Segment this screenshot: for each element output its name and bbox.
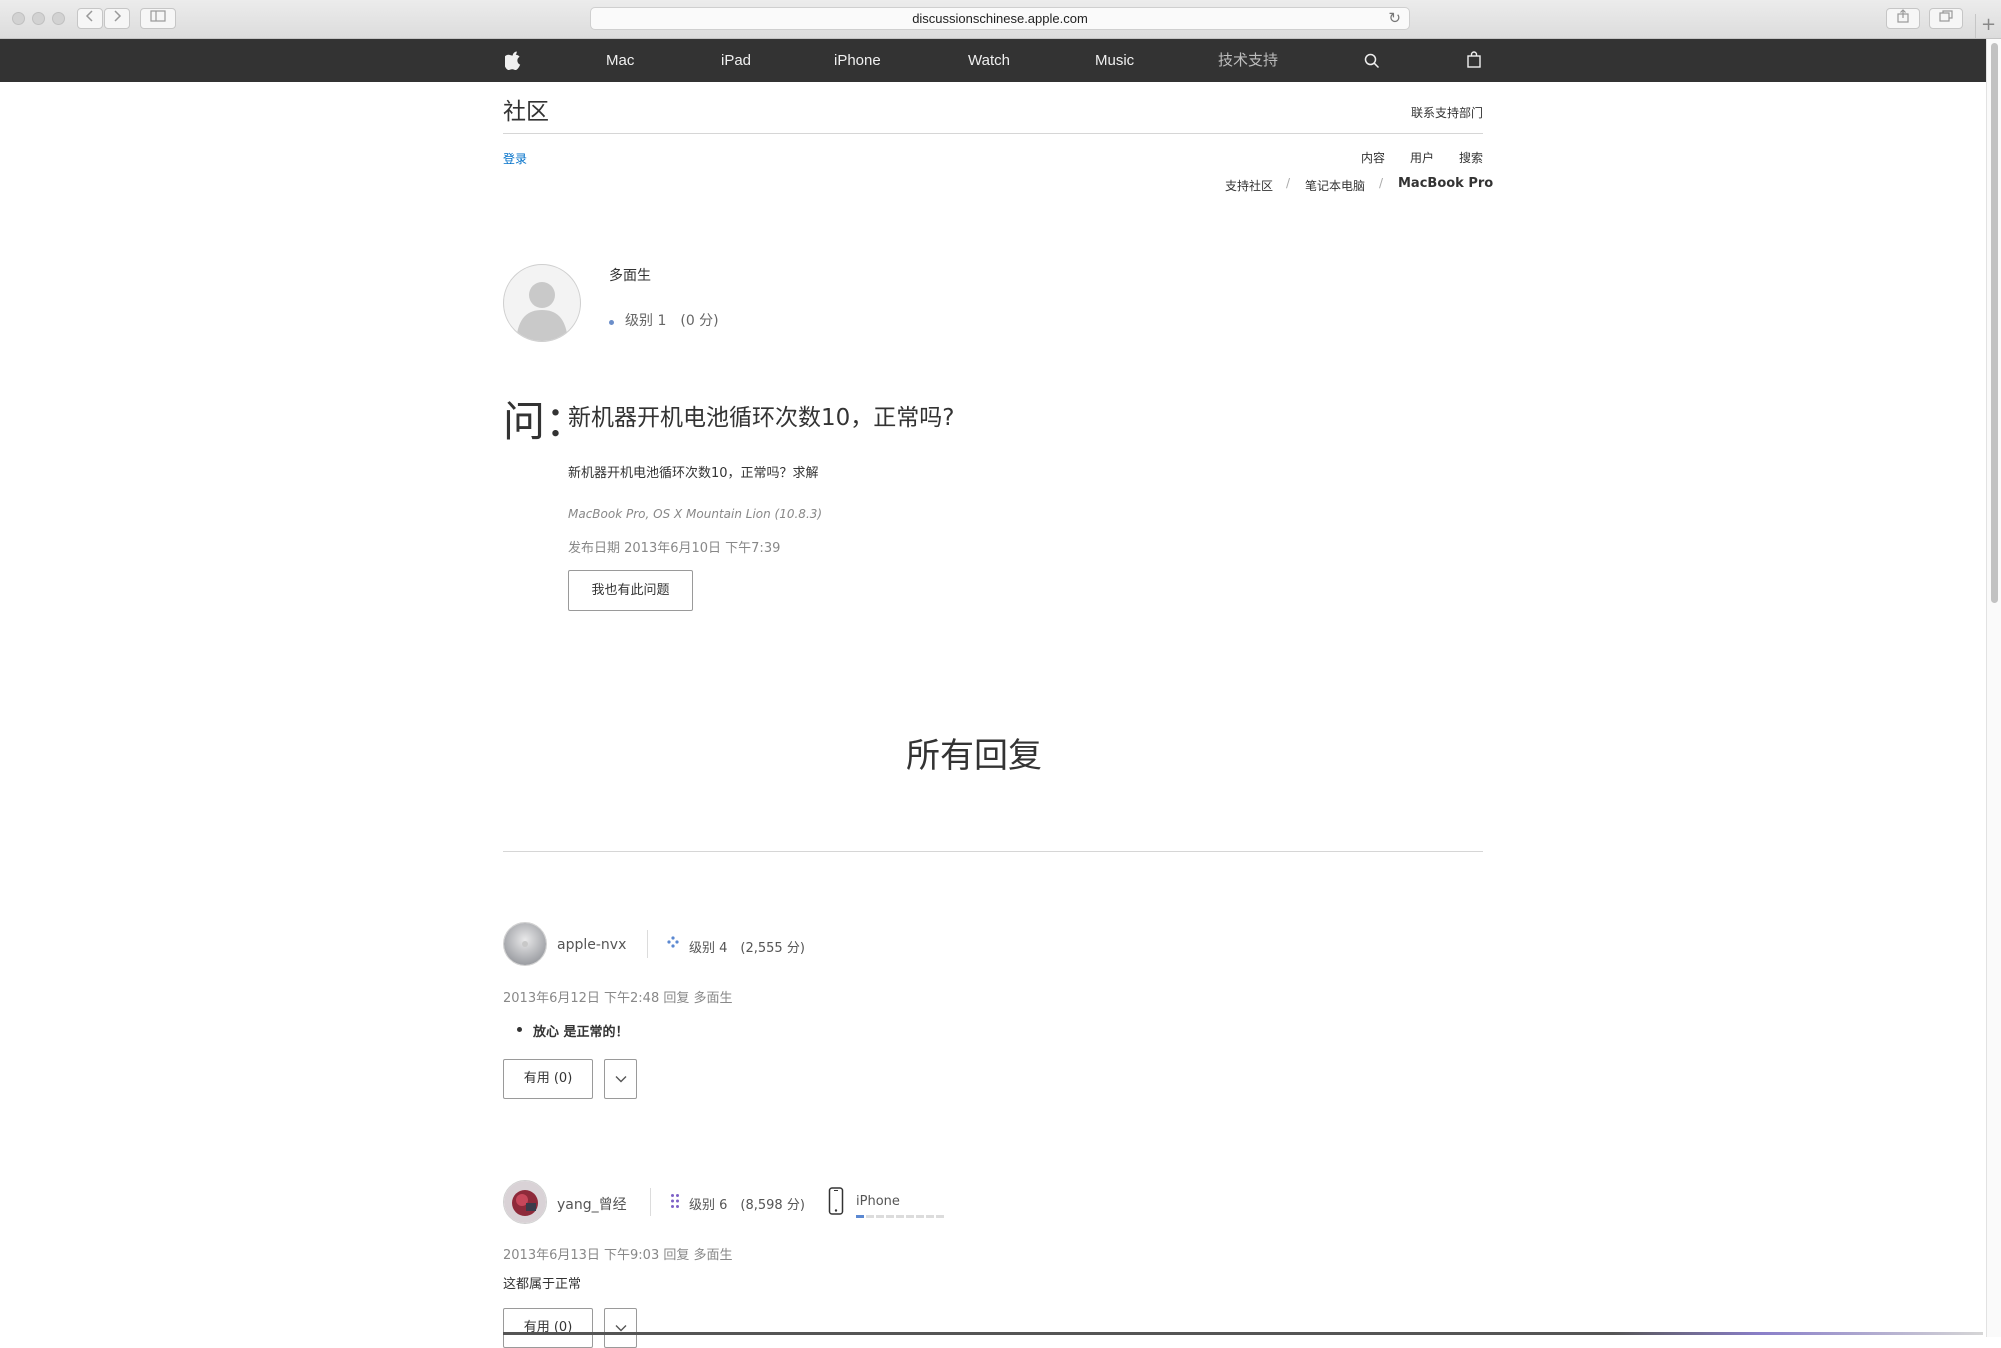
- avatar[interactable]: [503, 1180, 547, 1224]
- breadcrumb-current: MacBook Pro: [1398, 176, 1494, 191]
- browser-toolbar: discussionschinese.apple.com ↻ +: [0, 0, 2001, 39]
- author-level: 级别 1 (0 分): [625, 313, 719, 329]
- question-body: 新机器开机电池循环次数10，正常吗？求解: [568, 466, 819, 481]
- default-user-icon: [516, 282, 568, 341]
- nav-ipad[interactable]: iPad: [721, 39, 751, 82]
- reply-author[interactable]: yang_曾经: [557, 1194, 627, 1214]
- question-device: MacBook Pro, OS X Mountain Lion (10.8.3): [568, 507, 823, 521]
- search-icon[interactable]: [1364, 39, 1380, 82]
- reply-body: 放心 是正常的！: [533, 1025, 629, 1040]
- reply-meta: 2013年6月13日 下午9:03 回复 多面生: [503, 1248, 733, 1263]
- apple-logo-glyph: [503, 51, 521, 70]
- me-too-button[interactable]: 我也有此问题: [568, 570, 693, 611]
- chevron-right-icon: [114, 10, 122, 22]
- avatar[interactable]: [503, 264, 581, 342]
- reply-level: 级别 6 (8,598 分): [689, 1198, 805, 1213]
- user-photo-icon: [504, 923, 546, 965]
- reply-meta: 2013年6月12日 下午2:48 回复 多面生: [503, 991, 733, 1006]
- level-4-icon: [667, 936, 679, 948]
- bullet: [517, 1027, 522, 1032]
- reload-icon[interactable]: ↻: [1388, 9, 1401, 27]
- device-progress-icon: [856, 1215, 944, 1218]
- divider: [647, 930, 648, 958]
- close-window-button[interactable]: [12, 12, 25, 25]
- question-author[interactable]: 多面生: [609, 265, 651, 285]
- global-nav: Mac iPad iPhone Watch Music 技术支持: [0, 39, 1986, 82]
- reply-author[interactable]: apple-nvx: [557, 937, 626, 953]
- tabs-overview-button[interactable]: [1929, 8, 1963, 29]
- scrollbar-thumb[interactable]: [1991, 43, 1998, 603]
- subnav-users[interactable]: 用户: [1410, 149, 1434, 166]
- window-bottom-edge: [503, 1332, 1983, 1335]
- bag-icon[interactable]: [1467, 39, 1481, 82]
- user-photo-icon: [504, 1181, 546, 1223]
- search-glyph: [1364, 53, 1380, 69]
- apple-logo-icon[interactable]: [503, 39, 521, 82]
- contact-support-link[interactable]: 联系支持部门: [1411, 104, 1483, 121]
- address-bar[interactable]: discussionschinese.apple.com ↻: [590, 7, 1410, 30]
- nav-mac[interactable]: Mac: [606, 39, 634, 82]
- iphone-icon: [828, 1187, 844, 1215]
- url-text: discussionschinese.apple.com: [912, 11, 1088, 26]
- new-tab-button[interactable]: +: [1975, 14, 2001, 38]
- reply-body: 这都属于正常: [503, 1277, 582, 1292]
- vertical-scrollbar[interactable]: [1986, 39, 2001, 1337]
- login-link[interactable]: 登录: [503, 150, 527, 167]
- minimize-window-button[interactable]: [32, 12, 45, 25]
- breadcrumb-laptops[interactable]: 笔记本电脑: [1305, 177, 1365, 194]
- breadcrumb-separator: /: [1379, 176, 1384, 190]
- zoom-window-button[interactable]: [52, 12, 65, 25]
- header-divider: [503, 133, 1483, 134]
- helpful-button[interactable]: 有用 (0): [503, 1059, 593, 1099]
- helpful-button[interactable]: 有用 (0): [503, 1308, 593, 1348]
- share-icon: [1897, 9, 1909, 23]
- breadcrumb-separator: /: [1286, 176, 1291, 190]
- reply-device: iPhone: [856, 1194, 900, 1209]
- sidebar-button[interactable]: [140, 8, 176, 29]
- reply-level: 级别 4 (2,555 分): [689, 941, 805, 956]
- nav-music[interactable]: Music: [1095, 39, 1134, 82]
- more-options-button[interactable]: [604, 1059, 637, 1099]
- subnav-content[interactable]: 内容: [1361, 149, 1385, 166]
- sidebar-icon: [150, 10, 166, 22]
- chevron-down-icon: [615, 1076, 626, 1083]
- more-options-button[interactable]: [604, 1308, 637, 1348]
- bag-glyph: [1467, 51, 1481, 68]
- community-title: 社区: [503, 99, 549, 125]
- back-button[interactable]: [77, 8, 103, 29]
- subnav-search[interactable]: 搜索: [1459, 149, 1483, 166]
- tabs-icon: [1939, 10, 1953, 22]
- level-icon: [609, 320, 614, 325]
- all-replies-heading: 所有回复: [906, 736, 1042, 776]
- avatar[interactable]: [503, 922, 547, 966]
- forward-button[interactable]: [104, 8, 130, 29]
- replies-divider: [503, 851, 1483, 852]
- chevron-left-icon: [85, 10, 93, 22]
- question-date: 发布日期 2013年6月10日 下午7:39: [568, 541, 781, 556]
- nav-support[interactable]: 技术支持: [1218, 39, 1278, 82]
- chevron-down-icon: [615, 1325, 626, 1332]
- level-6-icon: [671, 1194, 679, 1208]
- divider: [650, 1188, 651, 1216]
- nav-iphone[interactable]: iPhone: [834, 39, 881, 82]
- question-title: 新机器开机电池循环次数10，正常吗?: [568, 405, 955, 431]
- share-button[interactable]: [1886, 8, 1920, 29]
- nav-watch[interactable]: Watch: [968, 39, 1010, 82]
- breadcrumb-support-community[interactable]: 支持社区: [1225, 177, 1273, 194]
